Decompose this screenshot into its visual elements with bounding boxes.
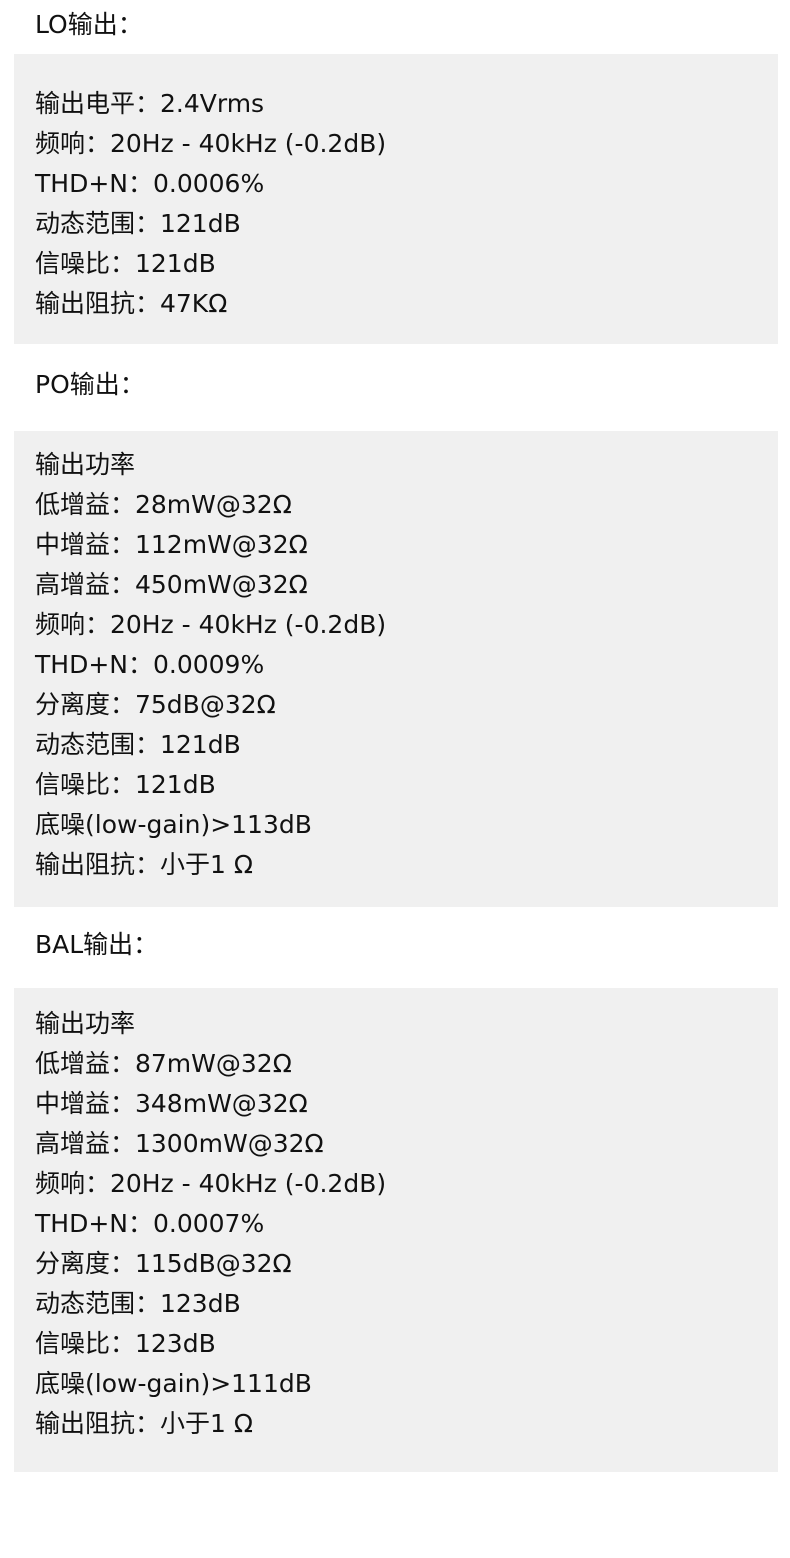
bal-noise-floor: 底噪(low-gain)>111dB [35,1369,312,1398]
lo-spec-box: 输出电平：2.4Vrms 频响：20Hz - 40kHz (-0.2dB) TH… [14,54,778,344]
lo-output-impedance: 输出阻抗：47KΩ [35,289,228,318]
po-output-impedance: 输出阻抗：小于1 Ω [35,850,253,879]
lo-dynamic-range: 动态范围：121dB [35,209,241,238]
po-thd-n: THD+N：0.0009% [35,650,265,679]
bal-frequency-response: 频响：20Hz - 40kHz (-0.2dB) [35,1169,387,1198]
lo-output-heading: LO输出： [35,10,143,39]
bal-output-power-label: 输出功率 [35,1009,136,1038]
po-noise-floor: 底噪(low-gain)>113dB [35,810,312,839]
lo-output-level: 输出电平：2.4Vrms [35,89,265,118]
po-high-gain: 高增益：450mW@32Ω [35,570,308,599]
po-output-power-label: 输出功率 [35,450,136,479]
po-mid-gain: 中增益：112mW@32Ω [35,530,308,559]
bal-spec-box: 输出功率 低增益：87mW@32Ω 中增益：348mW@32Ω 高增益：1300… [14,988,778,1472]
po-frequency-response: 频响：20Hz - 40kHz (-0.2dB) [35,610,387,639]
bal-output-impedance: 输出阻抗：小于1 Ω [35,1409,253,1438]
bal-thd-n: THD+N：0.0007% [35,1209,265,1238]
lo-frequency-response: 频响：20Hz - 40kHz (-0.2dB) [35,129,387,158]
bal-mid-gain: 中增益：348mW@32Ω [35,1089,308,1118]
lo-thd-n: THD+N：0.0006% [35,169,265,198]
po-snr: 信噪比：121dB [35,770,216,799]
po-dynamic-range: 动态范围：121dB [35,730,241,759]
po-separation: 分离度：75dB@32Ω [35,690,276,719]
lo-snr: 信噪比：121dB [35,249,216,278]
bal-separation: 分离度：115dB@32Ω [35,1249,292,1278]
po-low-gain: 低增益：28mW@32Ω [35,490,292,519]
bal-snr: 信噪比：123dB [35,1329,216,1358]
po-spec-box: 输出功率 低增益：28mW@32Ω 中增益：112mW@32Ω 高增益：450m… [14,431,778,907]
bal-output-heading: BAL输出： [35,930,159,959]
po-output-heading: PO输出： [35,370,145,399]
bal-low-gain: 低增益：87mW@32Ω [35,1049,292,1078]
bal-high-gain: 高增益：1300mW@32Ω [35,1129,324,1158]
bal-dynamic-range: 动态范围：123dB [35,1289,241,1318]
